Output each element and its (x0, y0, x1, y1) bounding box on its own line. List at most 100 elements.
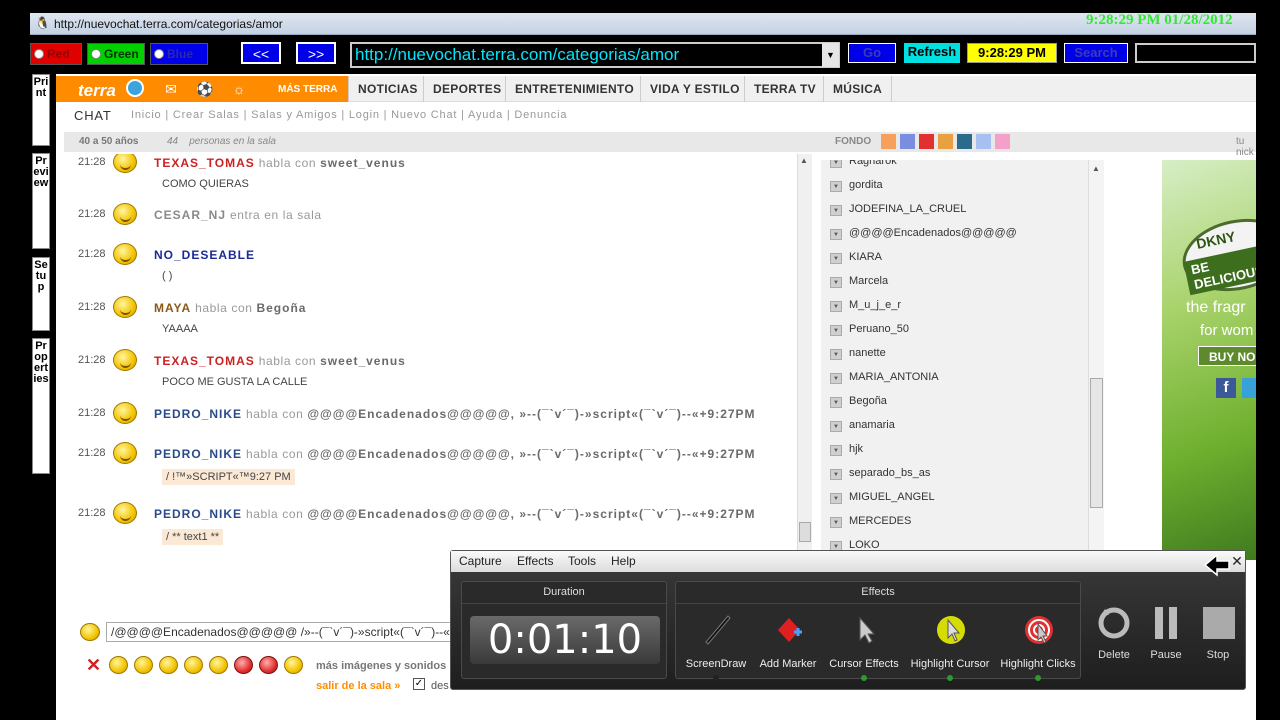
user-list-item[interactable]: ▼ MARIA_ANTONIA (821, 368, 1091, 388)
menu-capture[interactable]: Capture (459, 554, 502, 568)
message-user[interactable]: TEXAS_TOMAS (154, 156, 255, 170)
user-list-item[interactable]: ▼ M_u_j_e_r (821, 296, 1091, 316)
close-icon[interactable]: ✕ (1229, 553, 1245, 569)
nav-musica[interactable]: MÚSICA (823, 76, 893, 102)
terra-logo[interactable]: terra (78, 81, 116, 101)
message-target[interactable]: @@@@Encadenados@@@@@, »--(¯`v´¯)-»script… (307, 447, 755, 461)
message-target[interactable]: @@@@Encadenados@@@@@, »--(¯`v´¯)-»script… (307, 407, 755, 421)
message-target[interactable]: sweet_venus (320, 156, 406, 170)
scroll-thumb[interactable] (1090, 378, 1103, 508)
message-user[interactable]: PEDRO_NIKE (154, 507, 242, 521)
surprise-icon[interactable] (209, 656, 228, 674)
user-list-item[interactable]: ▼ nanette (821, 344, 1091, 364)
ad-buy-button[interactable]: BUY NO (1198, 346, 1256, 366)
message-input[interactable]: /@@@@Encadenados@@@@@ /»--(¯`v´¯)-»scrip… (106, 622, 456, 642)
setup-button[interactable]: Setup (32, 257, 50, 331)
user-list-item[interactable]: ▼ @@@@Encadenados@@@@@ (821, 224, 1091, 244)
no-emoji-icon[interactable]: ✕ (84, 656, 103, 674)
dropdown-arrow-icon[interactable]: ▼ (830, 493, 842, 504)
message-user[interactable]: TEXAS_TOMAS (154, 354, 255, 368)
user-list-item[interactable]: ▼ KIARA (821, 248, 1091, 268)
message-user[interactable]: PEDRO_NIKE (154, 447, 242, 461)
user-list-item[interactable]: ▼ Peruano_50 (821, 320, 1091, 340)
smile-icon[interactable] (109, 656, 128, 674)
dropdown-arrow-icon[interactable]: ▼ (830, 253, 842, 264)
search-button[interactable]: Search (1064, 43, 1128, 63)
search-input[interactable] (1135, 43, 1256, 63)
nav-vida-y-estilo[interactable]: VIDA Y ESTILO (640, 76, 749, 102)
dropdown-arrow-icon[interactable]: ▼ (830, 349, 842, 360)
nav-terra-tv[interactable]: TERRA TV (744, 76, 825, 102)
tongue-icon[interactable] (184, 656, 203, 674)
dropdown-arrow-icon[interactable]: ▼ (830, 397, 842, 408)
red-radio-button[interactable]: Red (30, 43, 82, 65)
laugh-icon[interactable] (134, 656, 153, 674)
nav-noticias[interactable]: NOTICIAS (348, 76, 427, 102)
go-button[interactable]: Go (848, 43, 896, 63)
pause-button[interactable]: Pause (1139, 605, 1189, 665)
screendraw-button[interactable]: ScreenDraw (676, 612, 756, 681)
dropdown-arrow-icon[interactable]: ▼ (830, 277, 842, 288)
fondo-swatch[interactable] (938, 134, 953, 149)
properties-button[interactable]: Properties (32, 338, 50, 474)
dropdown-arrow-icon[interactable]: ▼ (830, 181, 842, 192)
des-checkbox[interactable]: ✓ (413, 678, 425, 690)
preview-button[interactable]: Preview (32, 153, 50, 249)
stop-button[interactable]: Stop (1191, 605, 1241, 665)
user-list-item[interactable]: ▼ JODEFINA_LA_CRUEL (821, 200, 1091, 220)
message-user[interactable]: CESAR_NJ (154, 208, 226, 222)
fondo-swatch[interactable] (919, 134, 934, 149)
refresh-button[interactable]: Refresh (904, 43, 960, 63)
dropdown-arrow-icon[interactable]: ▼ (830, 445, 842, 456)
fondo-swatch[interactable] (900, 134, 915, 149)
user-list-item[interactable]: ▼ separado_bs_as (821, 464, 1091, 484)
scroll-up-icon[interactable]: ▲ (800, 156, 808, 165)
fondo-swatch[interactable] (995, 134, 1010, 149)
user-list-scrollbar[interactable]: ▲ (1088, 160, 1104, 552)
scroll-thumb[interactable] (799, 522, 811, 542)
dropdown-arrow-icon[interactable]: ▼ (830, 421, 842, 432)
football-icon[interactable]: ⚽ (196, 81, 214, 97)
user-list-item[interactable]: ▼ anamaria (821, 416, 1091, 436)
menu-help[interactable]: Help (611, 554, 636, 568)
message-user[interactable]: PEDRO_NIKE (154, 407, 242, 421)
user-list-item[interactable]: ▼ Marcela (821, 272, 1091, 292)
url-input[interactable]: http://nuevochat.terra.com/categorias/am… (350, 42, 840, 68)
wink-icon[interactable] (284, 656, 303, 674)
angry-icon[interactable] (259, 656, 278, 674)
green-radio-button[interactable]: Green (87, 43, 145, 65)
smiley-icon[interactable] (80, 623, 100, 641)
print-button[interactable]: Print (32, 74, 50, 146)
highlight-clicks-button[interactable]: Highlight Clicks (998, 612, 1078, 681)
dropdown-arrow-icon[interactable]: ▼ (830, 229, 842, 240)
dropdown-arrow-icon[interactable]: ▼ (830, 205, 842, 216)
user-list-item[interactable]: ▼ gordita (821, 176, 1091, 196)
message-target[interactable]: @@@@Encadenados@@@@@, »--(¯`v´¯)-»script… (307, 507, 755, 521)
message-target[interactable]: Begoña (256, 301, 306, 315)
facebook-icon[interactable]: f (1216, 378, 1236, 398)
nav-deportes[interactable]: DEPORTES (423, 76, 510, 102)
dropdown-arrow-icon[interactable]: ▼ (830, 325, 842, 336)
add-marker-button[interactable]: Add Marker (748, 612, 828, 678)
kiss-icon[interactable] (159, 656, 178, 674)
message-target[interactable]: sweet_venus (320, 354, 406, 368)
dropdown-arrow-icon[interactable]: ▼ (830, 160, 842, 168)
user-list-item[interactable]: ▼ Begoña (821, 392, 1091, 412)
message-user[interactable]: MAYA (154, 301, 191, 315)
dropdown-arrow-icon[interactable]: ▼ (830, 373, 842, 384)
nav-entretenimiento[interactable]: ENTRETENIMIENTO (505, 76, 643, 102)
dropdown-arrow-icon[interactable]: ▼ (830, 301, 842, 312)
menu-effects[interactable]: Effects (517, 554, 553, 568)
fondo-swatch[interactable] (976, 134, 991, 149)
fondo-swatch[interactable] (957, 134, 972, 149)
weather-icon[interactable]: ☼ (230, 81, 248, 97)
more-images-link[interactable]: más imágenes y sonidos (316, 660, 446, 672)
love-icon[interactable] (234, 656, 253, 674)
user-list-item[interactable]: ▼ MERCEDES (821, 512, 1091, 532)
message-user[interactable]: NO_DESEABLE (154, 248, 255, 262)
dropdown-arrow-icon[interactable]: ▼ (830, 517, 842, 528)
chat-links[interactable]: Inicio | Crear Salas | Salas y Amigos | … (131, 109, 567, 121)
twitter-icon[interactable] (1242, 378, 1256, 398)
forward-button[interactable]: >> (296, 42, 336, 64)
url-dropdown-icon[interactable]: ▼ (822, 43, 839, 67)
